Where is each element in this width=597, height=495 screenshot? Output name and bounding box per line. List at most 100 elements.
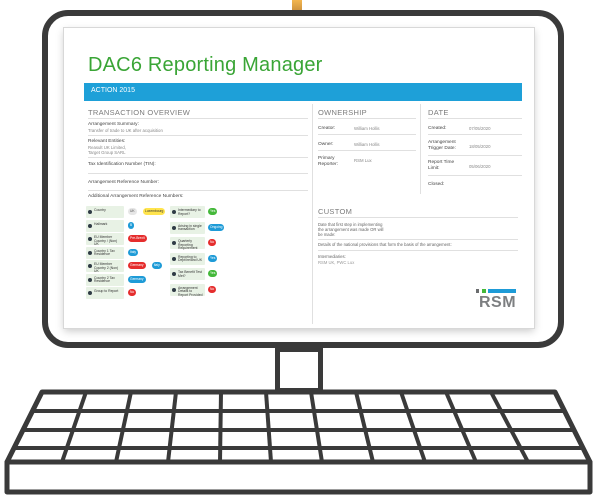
column-divider bbox=[312, 104, 313, 324]
node-bullet-icon bbox=[172, 272, 176, 276]
diagram-node: Country bbox=[86, 206, 124, 218]
diagram-node-label: Arising in single transaction bbox=[178, 223, 202, 232]
diagram-value-pill: Luxembourg bbox=[143, 208, 166, 215]
diagram-value-pill: No bbox=[128, 289, 137, 296]
node-bullet-icon bbox=[172, 287, 176, 292]
rsm-logo: RSM bbox=[479, 294, 517, 311]
entities-value: Target Group SARL bbox=[88, 150, 126, 155]
divider bbox=[428, 155, 522, 156]
divider bbox=[88, 157, 308, 158]
divider bbox=[428, 118, 522, 119]
diagram-node: Arrangement Details to Report Provided bbox=[170, 283, 205, 297]
intermediaries-label: Intermediaries: bbox=[318, 254, 346, 259]
divider bbox=[318, 239, 518, 240]
diagram-value-pill: No bbox=[208, 239, 217, 246]
divider bbox=[318, 118, 416, 119]
report-limit-label: Report Time Limit: bbox=[428, 160, 455, 171]
ref-label: Arrangement Reference Number: bbox=[88, 180, 159, 185]
diagram-node: Group to Report bbox=[86, 287, 124, 299]
diagram-node-label: Intermediary to Report? bbox=[178, 208, 201, 216]
created-label: Created: bbox=[428, 126, 447, 131]
diagram-value-pill: Yes bbox=[208, 208, 218, 215]
diagram-value-pill: Yes bbox=[208, 254, 218, 262]
node-bullet-icon bbox=[172, 225, 176, 230]
diagram-node: Arising in single transaction bbox=[170, 221, 205, 234]
intermediaries-value: RSM UK, PWC Lux bbox=[318, 260, 355, 265]
node-bullet-icon bbox=[88, 264, 92, 268]
diagram-node-label: Arrangement Details to Report Provided bbox=[178, 285, 203, 297]
rsm-logo-bars bbox=[476, 289, 516, 293]
custom-details: Details of the national provisions that … bbox=[318, 242, 452, 247]
node-bullet-icon bbox=[88, 291, 92, 295]
diagram-node-label: Tax Benefit Test Met? bbox=[178, 270, 202, 278]
diagram-value-pill: No bbox=[208, 285, 217, 293]
custom-heading: CUSTOM bbox=[318, 207, 353, 216]
node-bullet-icon bbox=[88, 250, 92, 255]
diagram-value-pill: Italy bbox=[128, 248, 139, 256]
diagram-node-label: Country bbox=[94, 208, 106, 212]
node-bullet-icon bbox=[172, 210, 176, 214]
diagram-node-label: Reporting to Dept/Ireland UK bbox=[178, 254, 203, 263]
diagram-node-label: Country 1 Tax Residence bbox=[94, 248, 115, 257]
app-screen: DAC6 Reporting Manager ACTION 2015 TRANS… bbox=[64, 28, 534, 328]
trigger-date-value: 18/05/2020 bbox=[469, 144, 491, 149]
divider bbox=[318, 150, 416, 151]
diagram-value-pill: Ongoing bbox=[208, 223, 225, 231]
diagram-node: Hallmark bbox=[86, 219, 124, 232]
diagram-node: EU Member Country / (Non) UK bbox=[86, 233, 124, 247]
diagram-value-pill: Pre-Brexit bbox=[128, 235, 147, 242]
divider bbox=[318, 134, 416, 135]
summary-value: Transfer of trade to UK after acquisitio… bbox=[88, 128, 163, 133]
node-bullet-icon bbox=[88, 237, 92, 241]
ownership-heading: OWNERSHIP bbox=[318, 108, 367, 117]
divider bbox=[318, 217, 518, 218]
diagram-node: EU Member Country 2 (Non) UK bbox=[86, 260, 124, 274]
creator-value: William Hollis bbox=[354, 126, 380, 131]
diagram-value-pill: UK bbox=[128, 208, 137, 215]
node-bullet-icon bbox=[172, 241, 176, 245]
action-label: ACTION 2015 bbox=[91, 87, 135, 94]
diagram-value-pill: Germany bbox=[128, 275, 146, 283]
diagram-node: Intermediary to Report? bbox=[170, 206, 205, 218]
node-bullet-icon bbox=[88, 277, 92, 282]
diagram-value-pill: Italy bbox=[151, 262, 162, 269]
primary-reporter-value: RSM Lux bbox=[354, 158, 372, 163]
summary-label: Arrangement Summary: bbox=[88, 122, 139, 127]
creator-label: Creator: bbox=[318, 126, 336, 131]
diagram-node-label: Quarterly Reporting Requirement bbox=[178, 239, 198, 251]
report-limit-value: 05/06/2020 bbox=[469, 164, 491, 169]
date-heading: DATE bbox=[428, 108, 449, 117]
diagram-node-label: Country 2 Tax Residence bbox=[94, 275, 115, 284]
divider bbox=[428, 175, 522, 176]
closed-label: Closed: bbox=[428, 182, 445, 187]
created-value: 07/05/2020 bbox=[469, 126, 491, 131]
diagram-node-label: Hallmark bbox=[94, 221, 108, 226]
custom-date-line: be made: bbox=[318, 232, 336, 237]
divider bbox=[88, 118, 308, 119]
node-bullet-icon bbox=[88, 223, 92, 228]
diagram-node: Country 2 Tax Residence bbox=[86, 273, 124, 286]
transaction-heading: TRANSACTION OVERVIEW bbox=[88, 108, 191, 117]
keyboard bbox=[4, 389, 593, 495]
diagram-node: Quarterly Reporting Requirement bbox=[170, 237, 205, 251]
diagram-node-label: Group to Report bbox=[94, 289, 119, 293]
divider bbox=[88, 135, 308, 136]
divider bbox=[88, 173, 308, 174]
diagram-node-label: EU Member Country / (Non) UK bbox=[94, 235, 118, 247]
diagram-node: Reporting to Dept/Ireland UK bbox=[170, 252, 205, 265]
owner-label: Owner: bbox=[318, 142, 334, 147]
node-bullet-icon bbox=[172, 256, 176, 261]
owner-value: William Hollis bbox=[354, 142, 380, 147]
diagram-node-label: EU Member Country 2 (Non) UK bbox=[94, 262, 119, 274]
monitor-stand bbox=[275, 347, 323, 393]
trigger-date-label: Arrangement Trigger Date: bbox=[428, 140, 456, 151]
diagram-value-pill: Yes bbox=[208, 270, 218, 277]
page-title: DAC6 Reporting Manager bbox=[88, 54, 323, 76]
action-bar: ACTION 2015 bbox=[84, 83, 522, 101]
node-bullet-icon bbox=[88, 210, 92, 214]
divider bbox=[428, 134, 522, 135]
additional-ref-label: Additional Arrangement Reference Numbers… bbox=[88, 194, 184, 199]
tin-label: Tax Identification Number (TIN): bbox=[88, 162, 156, 167]
entities-label: Relevant Entities: bbox=[88, 139, 126, 144]
diagram-value-pill: B bbox=[128, 221, 135, 229]
